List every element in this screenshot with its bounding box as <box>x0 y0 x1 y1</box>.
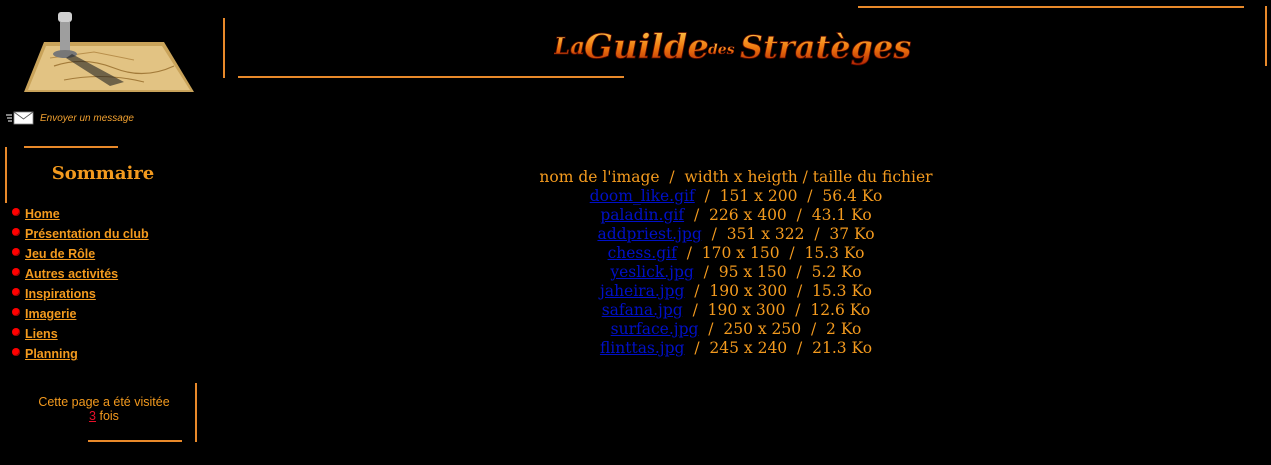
file-details: / 190 x 300 / 12.6 Ko <box>692 301 871 319</box>
nav-link-imagerie[interactable]: Imagerie <box>25 307 76 321</box>
counter-frame-right-line <box>195 383 197 442</box>
nav-item-presentation[interactable]: Présentation du club <box>12 224 149 244</box>
file-details: / 245 x 240 / 21.3 Ko <box>694 339 873 357</box>
list-item: surface.jpg / 250 x 250 / 2 Ko <box>500 320 972 339</box>
list-item: flinttas.jpg / 245 x 240 / 21.3 Ko <box>500 339 972 358</box>
image-list: nom de l'image / width x heigth / taille… <box>500 168 972 358</box>
visit-counter-suffix: fois <box>99 409 119 423</box>
frame-top-line <box>24 146 118 148</box>
sidebar-nav: Home Présentation du club Jeu de Rôle Au… <box>12 204 149 364</box>
nav-item-inspirations[interactable]: Inspirations <box>12 284 149 304</box>
red-bullet-icon <box>12 348 20 356</box>
file-link[interactable]: chess.gif <box>608 244 677 262</box>
file-link[interactable]: doom_like.gif <box>590 187 695 205</box>
nav-item-home[interactable]: Home <box>12 204 149 224</box>
nav-item-jeu-de-role[interactable]: Jeu de Rôle <box>12 244 149 264</box>
red-bullet-icon <box>12 308 20 316</box>
counter-frame-bottom-line <box>88 440 182 442</box>
nav-link-autres-activites[interactable]: Autres activités <box>25 267 118 281</box>
file-link[interactable]: surface.jpg <box>611 320 699 338</box>
file-details: / 226 x 400 / 43.1 Ko <box>693 206 872 224</box>
file-link[interactable]: paladin.gif <box>600 206 684 224</box>
file-link[interactable]: addpriest.jpg <box>597 225 701 243</box>
list-item: jaheira.jpg / 190 x 300 / 15.3 Ko <box>500 282 972 301</box>
file-details: / 170 x 150 / 15.3 Ko <box>686 244 865 262</box>
svg-text:La: La <box>554 33 585 60</box>
visit-counter-prefix: Cette page a été visitée <box>38 395 170 409</box>
svg-text:des: des <box>708 42 735 58</box>
list-item: chess.gif / 170 x 150 / 15.3 Ko <box>500 244 972 263</box>
header-left-line <box>223 18 225 78</box>
nav-link-jeu-de-role[interactable]: Jeu de Rôle <box>25 247 95 261</box>
chess-piece-on-map-icon <box>24 12 194 92</box>
visit-count-link[interactable]: 3 <box>89 409 96 423</box>
file-link[interactable]: safana.jpg <box>602 301 683 319</box>
sommaire-title: Sommaire <box>51 163 155 184</box>
nav-item-liens[interactable]: Liens <box>12 324 149 344</box>
red-bullet-icon <box>12 288 20 296</box>
svg-text:Guilde: Guilde <box>584 27 709 66</box>
nav-link-liens[interactable]: Liens <box>25 327 58 341</box>
file-details: / 95 x 150 / 5.2 Ko <box>703 263 862 281</box>
nav-link-inspirations[interactable]: Inspirations <box>25 287 96 301</box>
send-message-link[interactable]: Envoyer un message <box>40 113 134 124</box>
list-heading: nom de l'image / width x heigth / taille… <box>539 168 933 186</box>
nav-item-imagerie[interactable]: Imagerie <box>12 304 149 324</box>
svg-text:Stratèges: Stratèges <box>740 28 911 66</box>
list-item: yeslick.jpg / 95 x 150 / 5.2 Ko <box>500 263 972 282</box>
red-bullet-icon <box>12 248 20 256</box>
header-bottom-line <box>238 76 624 78</box>
visit-counter: Cette page a été visitée 3 fois <box>14 395 194 423</box>
file-link[interactable]: jaheira.jpg <box>600 282 684 300</box>
list-item: safana.jpg / 190 x 300 / 12.6 Ko <box>500 301 972 320</box>
file-details: / 151 x 200 / 56.4 Ko <box>704 187 883 205</box>
guild-title-logo: La Guilde des Stratèges <box>554 27 912 66</box>
list-item: doom_like.gif / 151 x 200 / 56.4 Ko <box>500 187 972 206</box>
header-top-line <box>858 6 1244 8</box>
frame-left-line <box>5 147 7 203</box>
red-bullet-icon <box>12 328 20 336</box>
nav-item-autres-activites[interactable]: Autres activités <box>12 264 149 284</box>
file-details: / 190 x 300 / 15.3 Ko <box>694 282 872 300</box>
file-link[interactable]: yeslick.jpg <box>610 263 693 281</box>
file-details: / 250 x 250 / 2 Ko <box>708 320 862 338</box>
red-bullet-icon <box>12 268 20 276</box>
nav-link-home[interactable]: Home <box>25 207 60 221</box>
red-bullet-icon <box>12 228 20 236</box>
nav-item-planning[interactable]: Planning <box>12 344 149 364</box>
red-bullet-icon <box>12 208 20 216</box>
file-link[interactable]: flinttas.jpg <box>600 339 685 357</box>
envelope-icon <box>6 111 34 125</box>
list-item: addpriest.jpg / 351 x 322 / 37 Ko <box>500 225 972 244</box>
header-right-line <box>1265 6 1267 66</box>
nav-link-presentation[interactable]: Présentation du club <box>25 227 149 241</box>
send-message-row[interactable]: Envoyer un message <box>6 110 134 126</box>
file-details: / 351 x 322 / 37 Ko <box>711 225 875 243</box>
nav-link-planning[interactable]: Planning <box>25 347 78 361</box>
list-item: paladin.gif / 226 x 400 / 43.1 Ko <box>500 206 972 225</box>
